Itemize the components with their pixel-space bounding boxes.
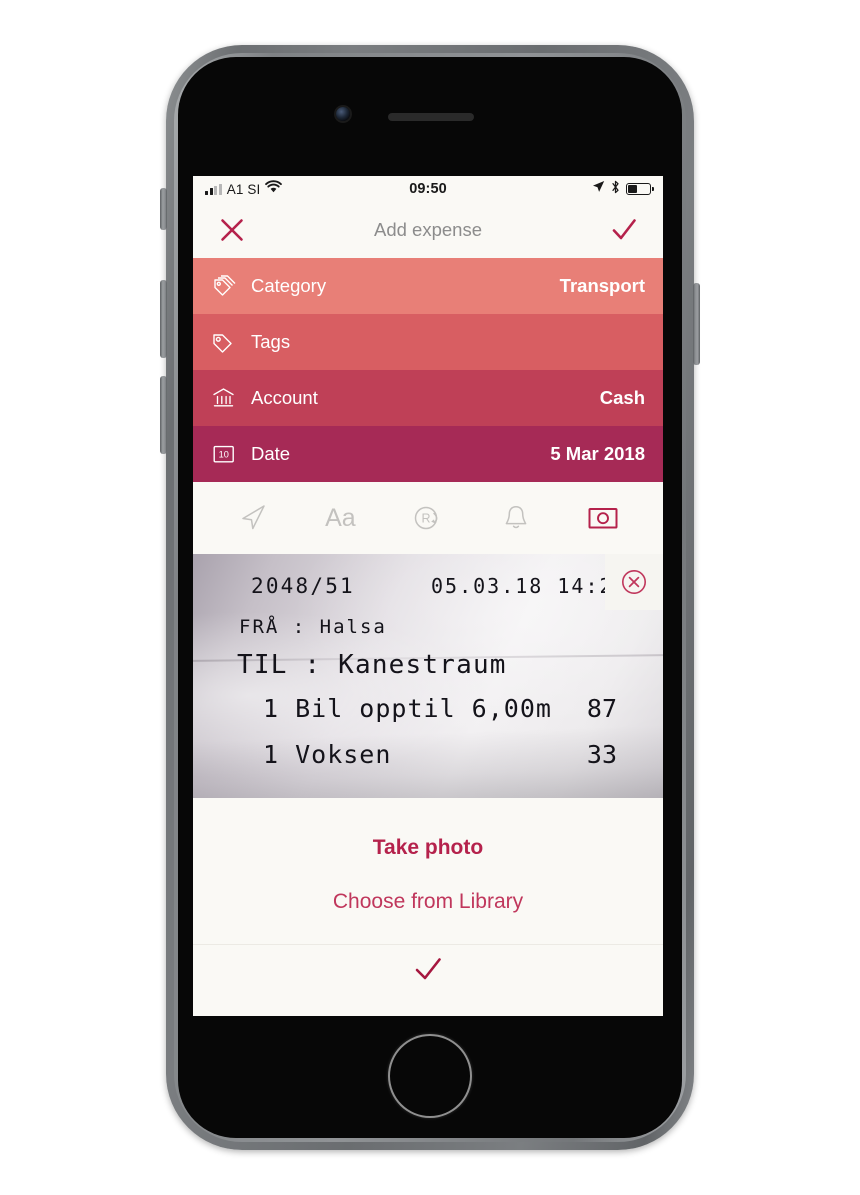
power-button[interactable]: [693, 283, 700, 365]
receipt-item-1: 1 Bil opptil 6,00m: [263, 694, 552, 723]
camera-photo-icon[interactable]: [580, 495, 626, 541]
text-note-icon[interactable]: Aa: [317, 495, 363, 541]
svg-text:10: 10: [219, 450, 229, 460]
home-button[interactable]: [388, 1034, 472, 1118]
status-bar: A1 SI 09:50: [193, 176, 663, 202]
mute-switch[interactable]: [160, 188, 167, 230]
field-row-category[interactable]: Category Transport: [193, 258, 663, 314]
field-row-account[interactable]: Account Cash: [193, 370, 663, 426]
tag-icon: [211, 330, 241, 354]
status-bar-clock: 09:50: [409, 181, 447, 197]
confirm-checkmark-icon[interactable]: [607, 213, 641, 247]
recurring-icon[interactable]: R: [405, 495, 451, 541]
expense-fields-list: Category Transport Tags Account Cash 10 …: [193, 258, 663, 482]
receipt-amount-1: 87: [586, 694, 617, 723]
field-row-date[interactable]: 10 Date 5 Mar 2018: [193, 426, 663, 482]
receipt-to: TIL : Kanestraum: [237, 650, 507, 680]
page-title: Add expense: [373, 219, 482, 240]
photo-action-sheet: Take photo Choose from Library: [193, 798, 663, 944]
svg-text:R: R: [421, 512, 430, 526]
field-label: Date: [251, 443, 291, 464]
remove-photo-icon[interactable]: [605, 554, 663, 610]
field-value: Transport: [559, 275, 645, 296]
navigation-bar: Add expense: [193, 202, 663, 258]
phone-screen: A1 SI 09:50 Add expense Category Transpo…: [193, 176, 663, 1016]
earpiece-speaker: [388, 113, 474, 121]
volume-up-button[interactable]: [160, 280, 167, 358]
attachment-toolbar: Aa R: [193, 482, 663, 554]
receipt-amount-2: 33: [586, 740, 617, 769]
reminder-bell-icon[interactable]: [493, 495, 539, 541]
field-value: Cash: [599, 387, 645, 408]
bank-icon: [211, 386, 241, 410]
battery-icon: [626, 183, 654, 195]
close-x-icon[interactable]: [215, 213, 249, 247]
tags-stack-icon: [211, 274, 241, 298]
text-note-label: Aa: [325, 503, 356, 532]
screenshot-root: A1 SI 09:50 Add expense Category Transpo…: [0, 0, 860, 1195]
receipt-printed-text: 2048/51 05.03.18 14:20 FRÅ : Halsa TIL :…: [193, 554, 663, 798]
choose-from-library-button[interactable]: Choose from Library: [193, 886, 663, 922]
front-camera-icon: [336, 107, 350, 121]
field-label: Category: [251, 275, 327, 296]
receipt-photo[interactable]: 2048/51 05.03.18 14:20 FRÅ : Halsa TIL :…: [193, 554, 663, 798]
volume-down-button[interactable]: [160, 376, 167, 454]
receipt-datetime: 05.03.18 14:20: [431, 574, 628, 598]
bottom-confirm-bar[interactable]: [193, 944, 663, 1000]
field-label: Account: [251, 387, 318, 408]
take-photo-button[interactable]: Take photo: [193, 826, 663, 886]
field-value: 5 Mar 2018: [550, 443, 645, 464]
calendar-icon: 10: [211, 442, 241, 466]
field-row-tags[interactable]: Tags: [193, 314, 663, 370]
receipt-item-2: 1 Voksen: [263, 740, 392, 769]
receipt-from: FRÅ : Halsa: [239, 616, 387, 638]
location-arrow-icon[interactable]: [230, 495, 276, 541]
receipt-number: 2048/51: [251, 574, 355, 598]
checkmark-icon: [413, 956, 443, 989]
field-label: Tags: [251, 331, 291, 352]
